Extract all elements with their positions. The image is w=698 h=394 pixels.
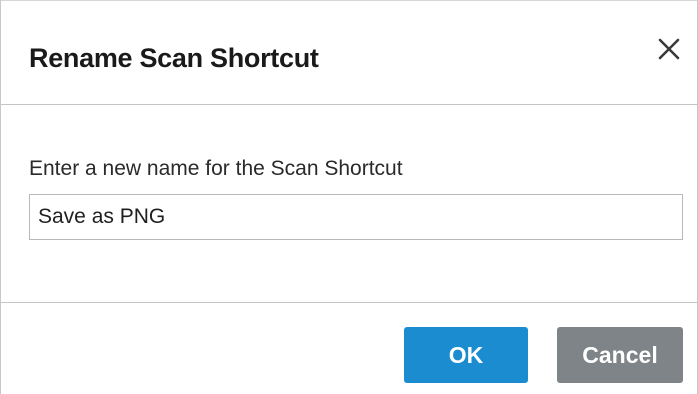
shortcut-name-input[interactable]: [29, 194, 683, 240]
dialog-content: Enter a new name for the Scan Shortcut: [1, 105, 697, 303]
close-button[interactable]: [651, 31, 687, 67]
dialog-header: Rename Scan Shortcut: [1, 1, 697, 105]
dialog-footer: OK Cancel: [1, 303, 697, 394]
cancel-button[interactable]: Cancel: [557, 327, 683, 383]
close-icon: [658, 38, 680, 60]
rename-scan-shortcut-dialog: Rename Scan Shortcut Enter a new name fo…: [0, 0, 698, 394]
dialog-title: Rename Scan Shortcut: [29, 43, 319, 73]
new-name-prompt: Enter a new name for the Scan Shortcut: [29, 157, 403, 180]
ok-button[interactable]: OK: [404, 327, 528, 383]
